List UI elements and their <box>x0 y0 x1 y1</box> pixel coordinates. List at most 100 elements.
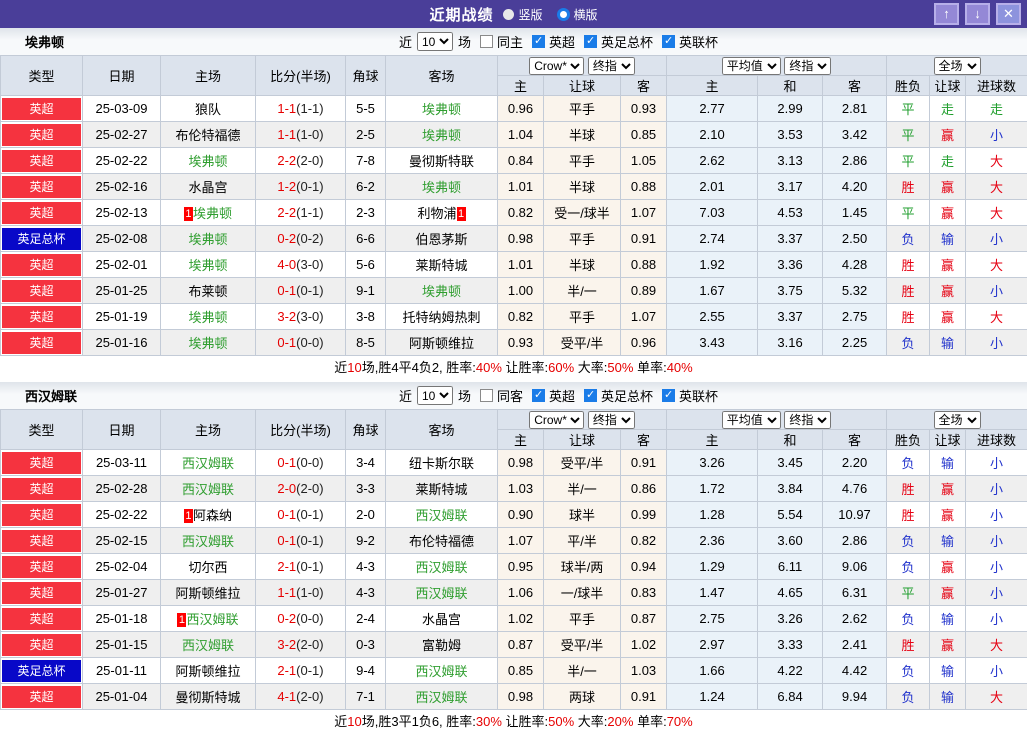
home-team: 西汉姆联 <box>160 631 256 658</box>
result-wdl: 平 <box>886 147 931 174</box>
result-goals: 小 <box>965 579 1027 606</box>
home-odds: 1.00 <box>497 277 544 304</box>
score: 1-1(1-0) <box>255 121 346 148</box>
home-odds: 0.98 <box>497 449 544 476</box>
corner-count: 4-3 <box>345 579 386 606</box>
same-venue-label: 同客 <box>496 389 523 404</box>
score: 4-0(3-0) <box>255 251 346 278</box>
avg-away: 2.75 <box>822 303 888 330</box>
home-odds: 1.01 <box>497 173 544 200</box>
avg-draw: 4.53 <box>757 199 824 226</box>
radio-vertical-label: 竖版 <box>518 7 543 22</box>
league-badge: 英超 <box>2 201 81 224</box>
sub-col: 主 <box>497 429 544 450</box>
odds-time-select[interactable]: 终指 <box>587 410 635 429</box>
corner-count: 2-5 <box>345 121 386 148</box>
handicap: 球半 <box>543 501 621 528</box>
league-badge: 英超 <box>2 149 81 172</box>
avg-away: 9.94 <box>822 683 888 710</box>
summary-text: 让胜率: <box>501 360 549 375</box>
handicap: 受平/半 <box>543 449 621 476</box>
result-goals: 小 <box>965 277 1027 304</box>
away-team: 西汉姆联 <box>385 657 498 684</box>
match-date: 25-01-27 <box>82 579 161 606</box>
league-badge: 英足总杯 <box>2 659 81 682</box>
home-odds: 0.98 <box>497 683 544 710</box>
home-team: 埃弗顿 <box>160 251 256 278</box>
match-row: 英超 25-02-04 切尔西 2-1(0-1) 4-3 西汉姆联 0.95 球半/两 0.94… <box>0 553 1027 580</box>
filter-bar: 近 10 场 同主 英超 英足总杯 英联杯 <box>399 32 718 51</box>
odds-time-select[interactable]: 终指 <box>587 56 635 75</box>
col-date: 日期 <box>82 55 161 96</box>
result-goals: 小 <box>965 527 1027 554</box>
radio-vertical-icon[interactable] <box>503 8 515 20</box>
result-goals: 小 <box>965 225 1027 252</box>
away-team: 西汉姆联 <box>385 553 498 580</box>
sub-col: 进球数 <box>965 75 1027 96</box>
match-count-select[interactable]: 10 <box>416 32 453 51</box>
avg-draw: 2.99 <box>757 95 824 122</box>
score: 0-2(0-2) <box>255 225 346 252</box>
home-odds: 0.96 <box>497 95 544 122</box>
avg-select[interactable]: 平均值 <box>721 410 781 429</box>
match-date: 25-02-13 <box>82 199 161 226</box>
league-facup-checkbox[interactable] <box>584 388 598 402</box>
avg-draw: 4.65 <box>757 579 824 606</box>
avg-away: 2.25 <box>822 329 888 356</box>
radio-vertical-layout[interactable]: 竖版 <box>503 6 543 23</box>
home-odds: 1.01 <box>497 251 544 278</box>
avg-time-select[interactable]: 终指 <box>784 410 832 429</box>
odds-company-select[interactable]: Crow* <box>529 56 585 75</box>
league-type: 英超 <box>0 501 83 528</box>
avg-away: 1.45 <box>822 199 888 226</box>
avg-away: 2.81 <box>822 95 888 122</box>
league-eflcup-checkbox[interactable] <box>662 388 676 402</box>
league-facup-checkbox[interactable] <box>584 34 598 48</box>
sub-col: 让球 <box>929 75 967 96</box>
sub-col: 客 <box>619 429 668 450</box>
result-handicap: 赢 <box>929 475 967 502</box>
league-eflcup-checkbox[interactable] <box>662 34 676 48</box>
window-buttons: ↑ ↓ ✕ <box>934 3 1021 25</box>
score: 0-1(0-1) <box>255 501 346 528</box>
odds-company-select[interactable]: Crow* <box>529 410 585 429</box>
avg-home: 1.67 <box>666 277 759 304</box>
avg-away: 6.31 <box>822 579 888 606</box>
away-odds: 0.88 <box>619 251 668 278</box>
scope-select[interactable]: 全场 <box>933 410 981 429</box>
away-odds: 0.87 <box>619 605 668 632</box>
league-type: 英超 <box>0 553 83 580</box>
close-button[interactable]: ✕ <box>996 3 1021 25</box>
radio-horizontal-icon[interactable] <box>556 7 570 21</box>
corner-count: 5-6 <box>345 251 386 278</box>
avg-draw: 3.53 <box>757 121 824 148</box>
move-up-button[interactable]: ↑ <box>934 3 959 25</box>
avg-time-select[interactable]: 终指 <box>784 56 832 75</box>
league-epl-checkbox[interactable] <box>532 388 545 402</box>
match-date: 25-01-15 <box>82 631 161 658</box>
radio-horizontal-layout[interactable]: 横版 <box>556 6 598 23</box>
away-odds: 0.96 <box>619 329 668 356</box>
result-wdl: 平 <box>886 199 931 226</box>
league-epl-label: 英超 <box>549 389 576 404</box>
match-count-select[interactable]: 10 <box>416 386 453 405</box>
move-down-button[interactable]: ↓ <box>965 3 990 25</box>
scope-select[interactable]: 全场 <box>933 56 981 75</box>
summary-text: 近 <box>334 360 348 375</box>
home-odds: 1.07 <box>497 527 544 554</box>
result-wdl: 平 <box>886 121 931 148</box>
same-venue-checkbox[interactable] <box>479 35 493 48</box>
corner-count: 6-2 <box>345 173 386 200</box>
league-type: 英超 <box>0 475 83 502</box>
avg-select[interactable]: 平均值 <box>721 56 781 75</box>
away-odds: 1.03 <box>619 657 668 684</box>
away-team: 莱斯特城 <box>385 475 498 502</box>
away-team: 曼彻斯特联 <box>385 147 498 174</box>
avg-home: 2.75 <box>666 605 759 632</box>
same-venue-checkbox[interactable] <box>479 389 493 402</box>
handicap: 半/一 <box>543 657 621 684</box>
league-type: 英超 <box>0 527 83 554</box>
col-score: 比分(半场) <box>255 409 346 450</box>
league-epl-checkbox[interactable] <box>532 34 545 48</box>
away-odds: 0.82 <box>619 527 668 554</box>
